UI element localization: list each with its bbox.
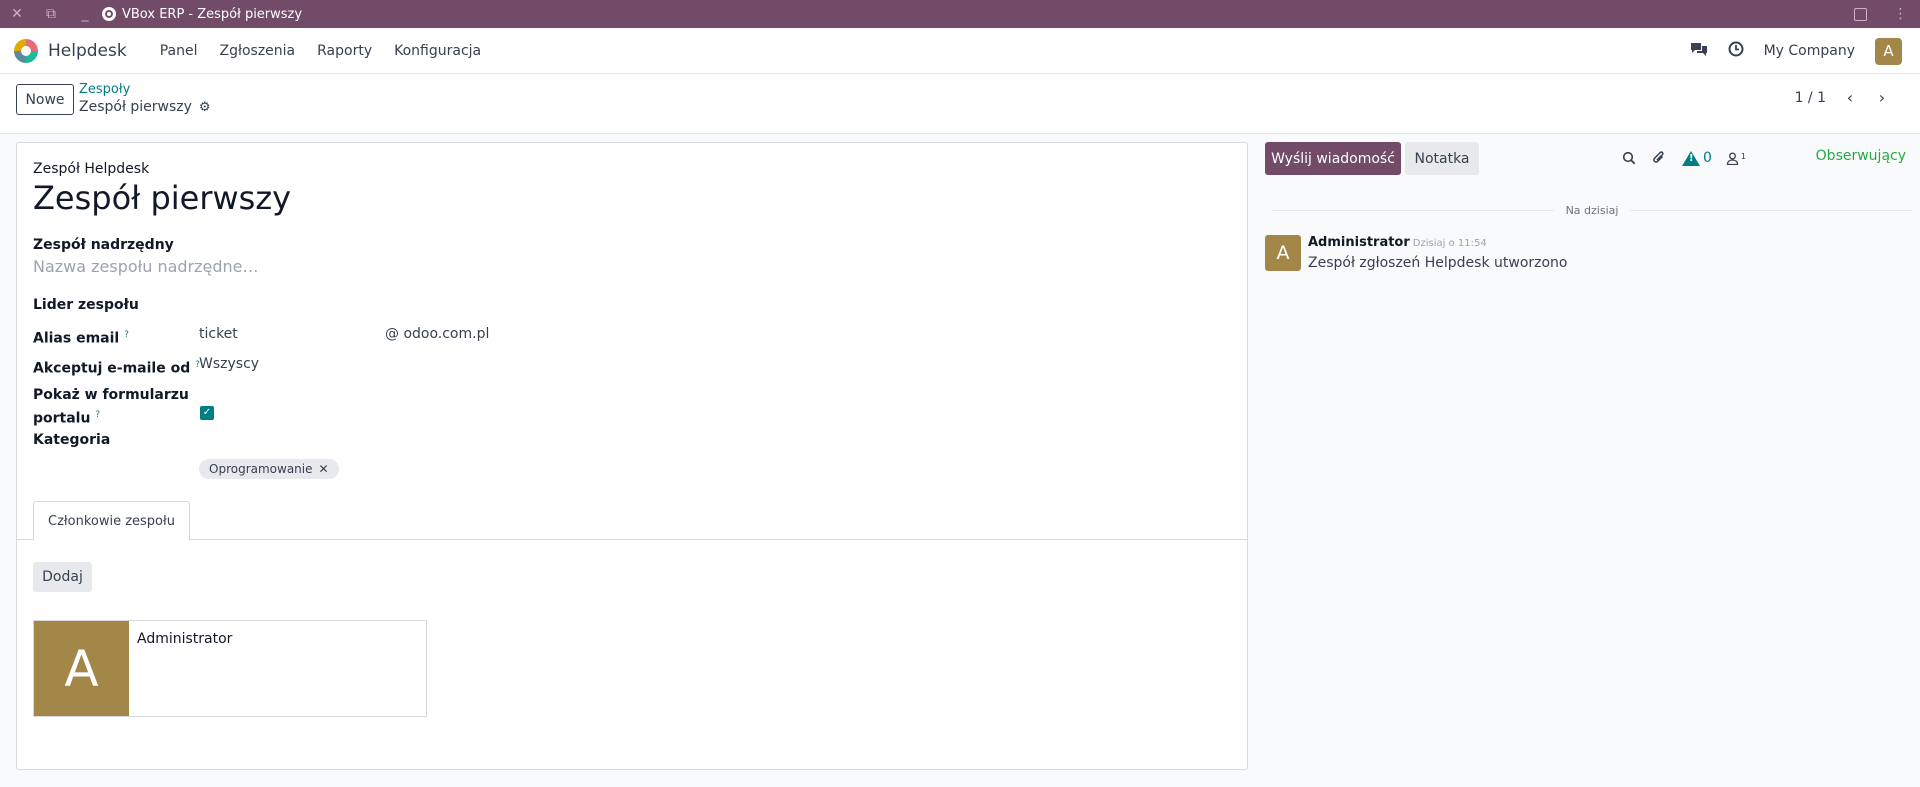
form-sheet: Zespół Helpdesk Zespół pierwszy Zespół n… [16, 142, 1248, 770]
alias-domain: @ odoo.com.pl [385, 326, 490, 342]
member-avatar: A [34, 621, 129, 716]
portal-form-label: Pokaż w formularzu portalu ? [33, 385, 189, 429]
remove-tag-icon[interactable]: ✕ [319, 462, 329, 476]
user-avatar[interactable]: A [1875, 37, 1902, 65]
log-note-button[interactable]: Notatka [1405, 142, 1479, 175]
portal-form-label-line2: portalu [33, 410, 91, 427]
team-name-field[interactable]: Zespół pierwszy [33, 179, 291, 217]
activities-count: 0 [1703, 150, 1712, 166]
menu-configuration[interactable]: Konfiguracja [383, 43, 492, 59]
category-tag-label: Oprogramowanie [209, 462, 313, 476]
team-leader-label: Lider zespołu [33, 297, 139, 313]
window-titlebar: ✕ ⧉ _ VBox ERP - Zespół pierwszy ⋮ [0, 0, 1920, 28]
pager-value[interactable]: 1 / 1 [1795, 90, 1826, 106]
notebook-tabs: Członkowie zespołu [17, 501, 1247, 541]
main-menu: Panel Zgłoszenia Raporty Konfiguracja [149, 43, 492, 59]
control-panel: Nowe Zespoły Zespół pierwszy ⚙ 1 / 1 ‹ › [0, 74, 1920, 134]
paperclip-icon[interactable] [1649, 148, 1669, 168]
chevron-left-icon[interactable]: ‹ [1842, 88, 1858, 107]
app-home[interactable]: Helpdesk [14, 38, 127, 63]
alias-email-label-text: Alias email [33, 330, 120, 347]
minimize-window-icon[interactable]: _ [68, 0, 102, 28]
followers-counter[interactable]: 1 [1726, 152, 1746, 165]
help-icon[interactable]: ? [124, 330, 129, 340]
category-label: Kategoria [33, 432, 111, 448]
clock-icon[interactable] [1728, 41, 1744, 61]
chat-icon[interactable] [1690, 41, 1708, 61]
window-layout-icon[interactable] [1840, 0, 1880, 28]
restore-window-icon[interactable]: ⧉ [34, 0, 68, 28]
chatter: Wyślij wiadomość Notatka 0 1 Obserwujący… [1264, 134, 1920, 787]
category-tag: Oprogramowanie ✕ [199, 459, 339, 479]
member-name: Administrator [137, 631, 233, 647]
menu-reports[interactable]: Raporty [306, 43, 383, 59]
accept-emails-label-text: Akceptuj e-maile od [33, 360, 191, 377]
chevron-right-icon[interactable]: › [1874, 88, 1890, 107]
day-separator-label: Na dzisiaj [1565, 203, 1619, 217]
breadcrumb-current-label: Zespół pierwszy [79, 99, 192, 115]
app-name: Helpdesk [48, 40, 127, 61]
activities-counter[interactable]: 0 [1682, 150, 1712, 166]
parent-team-label: Zespół nadrzędny [33, 237, 174, 253]
message-date: Dzisiaj o 11:54 [1412, 238, 1487, 249]
message-author-name[interactable]: Administrator [1308, 235, 1410, 250]
message-body: Zespół zgłoszeń Helpdesk utworzono [1308, 255, 1568, 271]
parent-team-input[interactable]: Nazwa zespołu nadrzędne… [33, 257, 259, 276]
window-title-area: VBox ERP - Zespół pierwszy [102, 7, 302, 22]
help-icon[interactable]: ? [95, 410, 100, 420]
helpdesk-logo-icon [14, 38, 38, 63]
breadcrumb-teams[interactable]: Zespoły [79, 82, 130, 97]
menu-tickets[interactable]: Zgłoszenia [209, 43, 307, 59]
breadcrumb-current: Zespół pierwszy ⚙ [79, 99, 211, 115]
company-switcher[interactable]: My Company [1764, 43, 1855, 59]
warning-icon [1682, 150, 1700, 166]
tab-team-members[interactable]: Członkowie zespołu [33, 501, 190, 541]
new-button[interactable]: Nowe [16, 84, 74, 115]
accept-emails-label: Akceptuj e-maile od ? [33, 355, 200, 379]
portal-form-label-line1: Pokaż w formularzu [33, 387, 189, 403]
message-author-avatar[interactable]: A [1265, 235, 1301, 271]
send-message-button[interactable]: Wyślij wiadomość [1265, 142, 1401, 175]
alias-email-label: Alias email ? [33, 325, 129, 349]
member-card[interactable]: A Administrator [33, 620, 427, 717]
message-author: Administrator Dzisiaj o 11:54 [1308, 235, 1487, 250]
portal-form-checkbox[interactable]: ✓ [200, 406, 214, 420]
window-menu-icon[interactable]: ⋮ [1880, 0, 1920, 28]
chatter-tools: 0 1 [1619, 148, 1746, 168]
navbar-systray: My Company A [1690, 28, 1902, 74]
close-window-icon[interactable]: ✕ [0, 0, 34, 28]
add-member-button[interactable]: Dodaj [33, 562, 92, 592]
alias-email-input[interactable]: ticket [199, 326, 238, 342]
form-header-label: Zespół Helpdesk [33, 161, 150, 177]
app-logo-icon [102, 7, 116, 21]
user-icon [1726, 152, 1739, 165]
following-button[interactable]: Obserwujący [1816, 148, 1906, 164]
top-navbar: Helpdesk Panel Zgłoszenia Raporty Konfig… [0, 28, 1920, 74]
window-title: VBox ERP - Zespół pierwszy [122, 6, 303, 22]
day-separator: Na dzisiaj [1272, 202, 1912, 218]
gear-icon[interactable]: ⚙ [199, 100, 211, 115]
search-icon[interactable] [1619, 148, 1639, 168]
menu-panel[interactable]: Panel [149, 43, 209, 59]
followers-count: 1 [1740, 151, 1747, 161]
accept-emails-select[interactable]: Wszyscy [199, 356, 259, 372]
pager: 1 / 1 ‹ › [1795, 88, 1890, 107]
